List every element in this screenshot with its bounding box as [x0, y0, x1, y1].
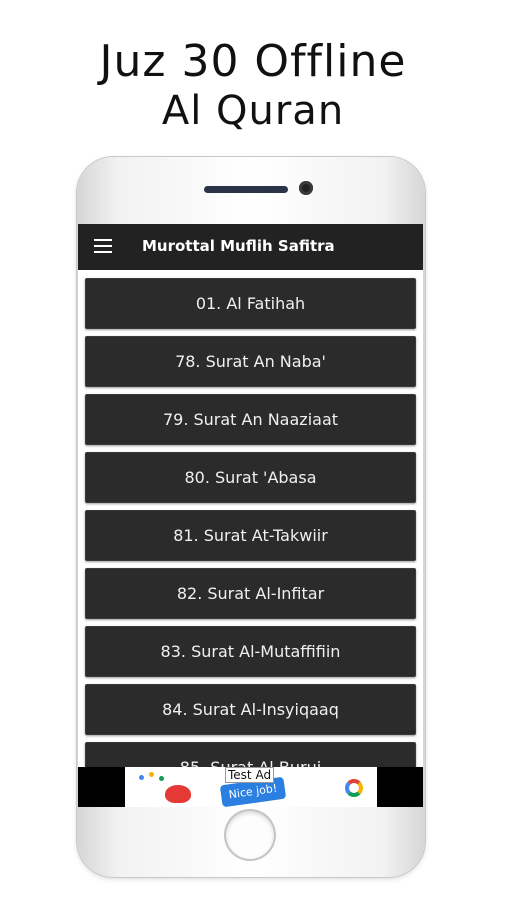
surah-item-al-infitar[interactable]: 82. Surat Al-Infitar [85, 568, 416, 619]
surah-item-al-fatihah[interactable]: 01. Al Fatihah [85, 278, 416, 329]
test-ad-label: Test Ad [225, 767, 275, 783]
phone-frame: Murottal Muflih Safitra 01. Al Fatihah 7… [77, 157, 425, 877]
surah-item-at-takwiir[interactable]: 81. Surat At-Takwiir [85, 510, 416, 561]
surah-item-al-mutaffifiin[interactable]: 83. Surat Al-Mutaffifiin [85, 626, 416, 677]
test-ad-banner[interactable]: Nice job! Test Ad [125, 767, 377, 807]
app-bar: Murottal Muflih Safitra [78, 224, 423, 270]
ad-critter-illustration [165, 785, 191, 803]
surah-item-an-naaziaat[interactable]: 79. Surat An Naaziaat [85, 394, 416, 445]
surah-item-al-insyiqaaq[interactable]: 84. Surat Al-Insyiqaaq [85, 684, 416, 735]
promo-title-line2: Al Quran [161, 88, 345, 134]
phone-speaker [204, 186, 288, 193]
phone-camera [299, 181, 313, 195]
ad-banner-bar: Nice job! Test Ad [78, 767, 423, 807]
surah-item-an-naba[interactable]: 78. Surat An Naba' [85, 336, 416, 387]
app-screen: Murottal Muflih Safitra 01. Al Fatihah 7… [78, 224, 423, 807]
phone-home-button[interactable] [226, 811, 274, 859]
ad-logo-icon [345, 779, 363, 797]
hamburger-menu-icon[interactable] [94, 239, 112, 253]
surah-item-al-buruj[interactable]: 85. Surat Al-Buruj [85, 742, 416, 767]
ad-decoration-dot [149, 772, 154, 777]
ad-decoration-dot [139, 775, 144, 780]
ad-decoration-dot [159, 776, 164, 781]
promo-title-line1: Juz 30 Offline [99, 36, 407, 87]
surah-item-abasa[interactable]: 80. Surat 'Abasa [85, 452, 416, 503]
app-bar-title: Murottal Muflih Safitra [142, 237, 335, 255]
surah-list[interactable]: 01. Al Fatihah 78. Surat An Naba' 79. Su… [78, 270, 423, 767]
